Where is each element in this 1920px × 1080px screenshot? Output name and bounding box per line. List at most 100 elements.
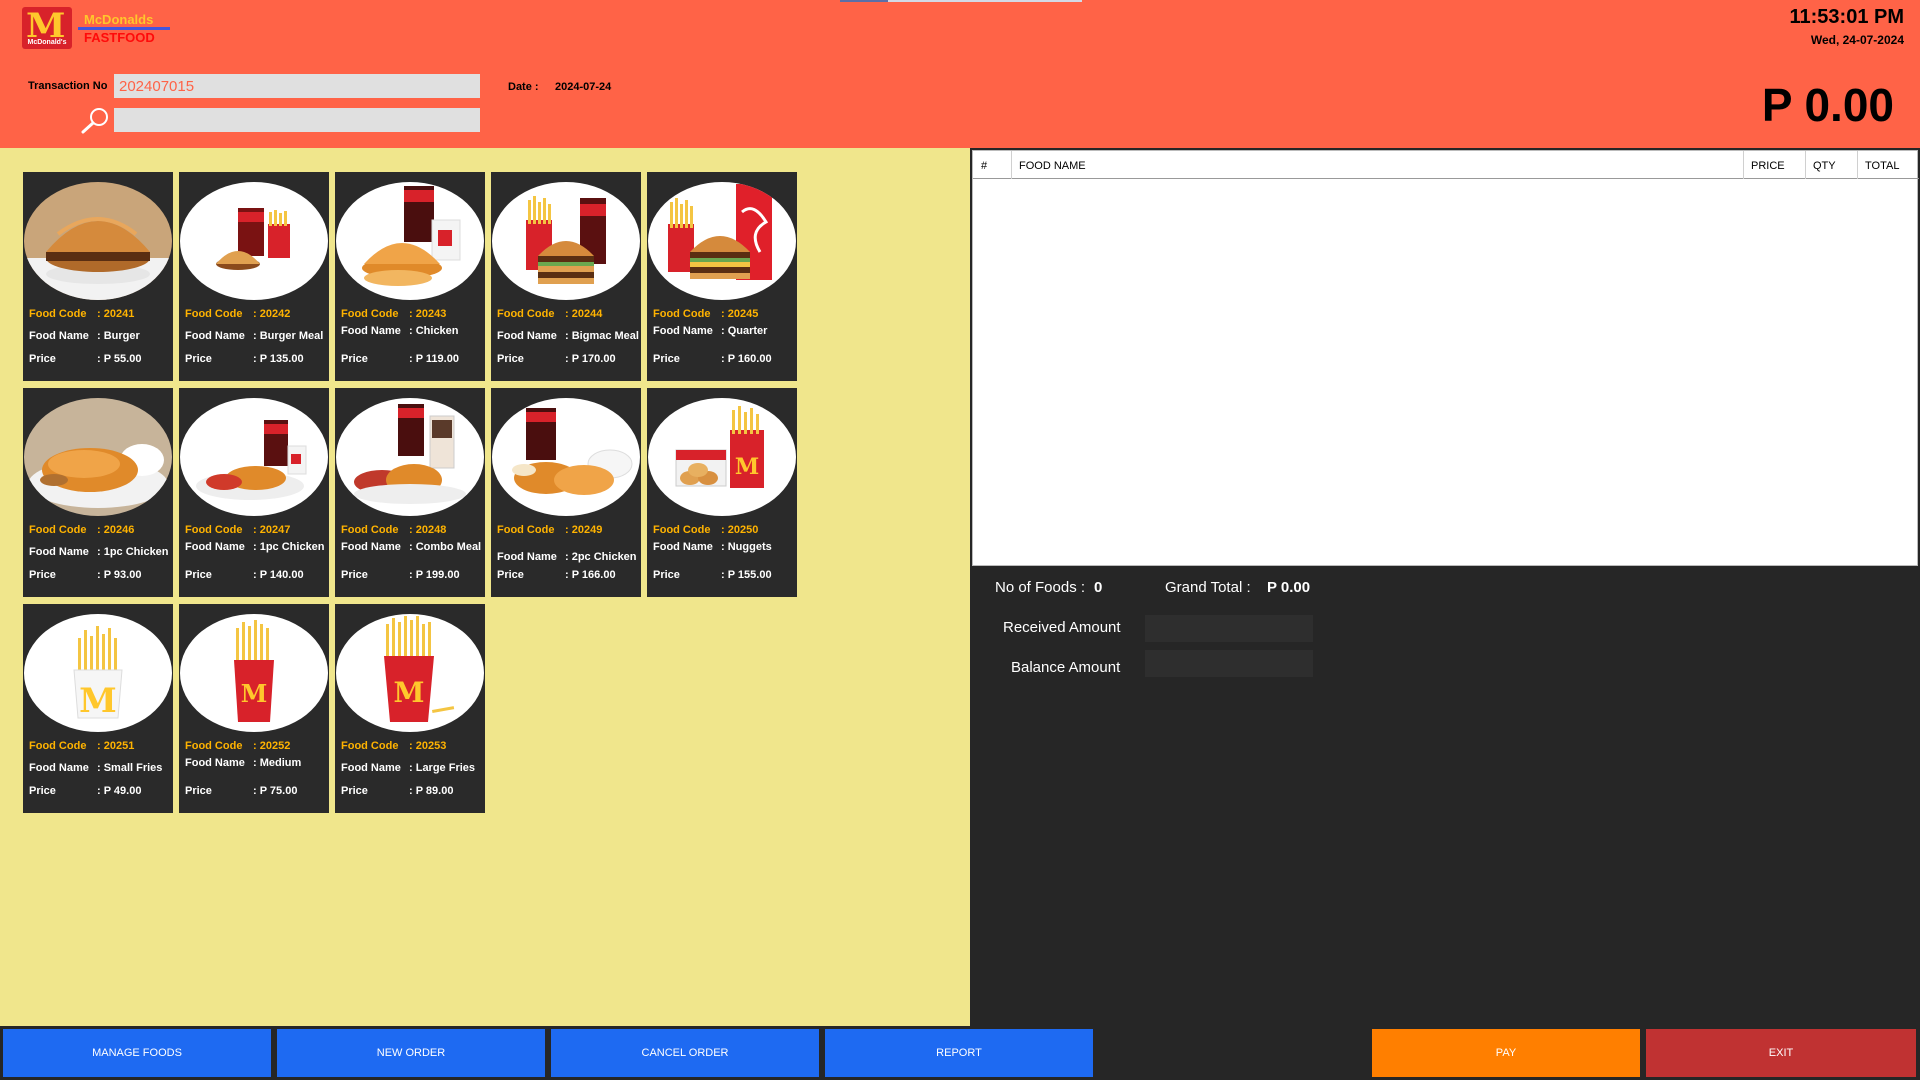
food-price: Price: P 170.00 <box>497 353 616 365</box>
food-card-1pc-chicken-meal[interactable]: Food Code: 20247 Food Name: 1pc Chicken … <box>179 388 329 597</box>
brand-name: McDonalds <box>84 12 154 27</box>
column-divider <box>1011 151 1012 179</box>
food-price: Price: P 160.00 <box>653 353 772 365</box>
received-amount-label: Received Amount <box>1003 619 1121 636</box>
exit-button[interactable]: EXIT <box>1646 1029 1916 1077</box>
food-card-nuggets[interactable]: M Food Code: 20250 Food Name: Nuggets Pr… <box>647 388 797 597</box>
svg-text:M: M <box>394 676 425 709</box>
medium-fries-photo: M <box>180 614 328 732</box>
food-name: Food Name: Large Fries <box>341 762 476 774</box>
1pc-chicken-meal-photo <box>180 398 328 516</box>
clock-date: Wed, 24-07-2024 <box>1810 33 1904 47</box>
order-total-display: P 0.00 <box>1761 79 1894 131</box>
new-order-button[interactable]: NEW ORDER <box>277 1029 545 1077</box>
column-divider <box>1743 151 1744 179</box>
search-icon[interactable] <box>80 106 112 134</box>
food-price: Price: P 155.00 <box>653 569 772 581</box>
small-fries-photo: M <box>24 614 172 732</box>
column-header-qty: QTY <box>1813 160 1836 172</box>
food-card-burger-meal[interactable]: Food Code: 20242 Food Name: Burger Meal … <box>179 172 329 381</box>
no-of-foods-label: No of Foods : <box>995 579 1086 596</box>
food-code: Food Code: 20244 <box>497 308 603 320</box>
food-code: Food Code: 20248 <box>341 524 447 536</box>
svg-text:M: M <box>79 681 117 721</box>
column-header-total: TOTAL <box>1865 160 1900 172</box>
manage-foods-button[interactable]: MANAGE FOODS <box>3 1029 271 1077</box>
column-header-food-name: FOOD NAME <box>1019 160 1086 172</box>
food-price: Price: P 75.00 <box>185 785 298 797</box>
food-price: Price: P 119.00 <box>341 353 459 365</box>
food-name: Food Name: Chicken <box>341 325 459 337</box>
search-input[interactable] <box>114 108 480 132</box>
food-card-medium-fries[interactable]: M Food Code: 20252 Food Name: Medium Pri… <box>179 604 329 813</box>
food-code: Food Code: 20242 <box>185 308 291 320</box>
balance-amount-field[interactable] <box>1145 650 1313 677</box>
balance-amount-label: Balance Amount <box>1011 659 1121 676</box>
clock-time: 11:53:01 PM <box>1789 6 1904 28</box>
food-code: Food Code: 20249 <box>497 524 603 536</box>
food-price: Price: P 140.00 <box>185 569 304 581</box>
food-card-burger[interactable]: Food Code: 20241 Food Name: Burger Price… <box>23 172 173 381</box>
grand-total-value: P 0.00 <box>1267 579 1311 596</box>
food-name: Food Name: Bigmac Meal <box>497 330 639 342</box>
order-table-header: # FOOD NAME PRICE QTY TOTAL <box>973 151 1919 179</box>
food-name: Food Name: Nuggets <box>653 541 772 553</box>
no-of-foods-value: 0 <box>1094 579 1103 596</box>
burger-meal-photo <box>180 182 328 300</box>
burger-photo <box>24 182 172 300</box>
food-name: Food Name: Small Fries <box>29 762 163 774</box>
chicken-photo <box>336 182 484 300</box>
food-menu-panel: Food Code: 20241 Food Name: Burger Price… <box>0 148 970 1026</box>
food-price: Price: P 199.00 <box>341 569 460 581</box>
golden-arches-icon: M <box>26 7 66 46</box>
transaction-label: Transaction No <box>28 80 108 92</box>
food-card-chicken[interactable]: Food Code: 20243 Food Name: Chicken Pric… <box>335 172 485 381</box>
food-card-large-fries[interactable]: M Food Code: 20253 Food Name: Large Frie… <box>335 604 485 813</box>
top-strip-dark <box>840 0 888 2</box>
quarter-meal-photo <box>648 182 796 300</box>
footer-toolbar: MANAGE FOODS NEW ORDER CANCEL ORDER REPO… <box>0 1026 1920 1080</box>
brand-subtitle: FASTFOOD <box>84 30 155 45</box>
food-card-2pc-chicken[interactable]: Food Code: 20249 Food Name: 2pc Chicken … <box>491 388 641 597</box>
food-card-1pc-chicken[interactable]: Food Code: 20246 Food Name: 1pc Chicken … <box>23 388 173 597</box>
nuggets-photo: M <box>648 398 796 516</box>
food-card-small-fries[interactable]: M Food Code: 20251 Food Name: Small Frie… <box>23 604 173 813</box>
food-name: Food Name: Combo Meal <box>341 541 482 553</box>
food-price: Price: P 55.00 <box>29 353 142 365</box>
food-code: Food Code: 20243 <box>341 308 447 320</box>
food-name: Food Name: Burger <box>29 330 140 342</box>
column-header-price: PRICE <box>1751 160 1785 172</box>
food-code: Food Code: 20253 <box>341 740 447 752</box>
column-header-number: # <box>981 160 988 172</box>
food-price: Price: P 93.00 <box>29 569 142 581</box>
mcdonalds-logo: M McDonald's <box>22 7 72 49</box>
food-code: Food Code: 20245 <box>653 308 759 320</box>
received-amount-field[interactable] <box>1145 615 1313 642</box>
food-name: Food Name: 2pc Chicken <box>497 551 637 563</box>
pay-button[interactable]: PAY <box>1372 1029 1640 1077</box>
report-button[interactable]: REPORT <box>825 1029 1093 1077</box>
1pc-chicken-photo <box>24 398 172 516</box>
food-name: Food Name: 1pc Chicken <box>185 541 325 553</box>
column-divider <box>1857 151 1858 179</box>
food-card-bigmac-meal[interactable]: Food Code: 20244 Food Name: Bigmac Meal … <box>491 172 641 381</box>
food-code: Food Code: 20247 <box>185 524 291 536</box>
date-value: 2024-07-24 <box>555 81 612 93</box>
logo-text: McDonald's <box>27 39 67 46</box>
food-price: Price: P 49.00 <box>29 785 142 797</box>
combo-meal-photo <box>336 398 484 516</box>
food-card-quarter[interactable]: Food Code: 20245 Food Name: Quarter Pric… <box>647 172 797 381</box>
food-card-combo-meal[interactable]: Food Code: 20248 Food Name: Combo Meal P… <box>335 388 485 597</box>
order-panel: # FOOD NAME PRICE QTY TOTAL No of Foods … <box>970 148 1920 1026</box>
food-code: Food Code: 20252 <box>185 740 291 752</box>
cancel-order-button[interactable]: CANCEL ORDER <box>551 1029 819 1077</box>
large-fries-photo: M <box>336 614 484 732</box>
top-strip-light <box>888 0 1082 2</box>
grand-total-label: Grand Total : <box>1165 579 1251 596</box>
food-name: Food Name: 1pc Chicken <box>29 546 169 558</box>
food-code: Food Code: 20251 <box>29 740 135 752</box>
food-name: Food Name: Burger Meal <box>185 330 324 342</box>
transaction-number-field[interactable] <box>114 74 480 98</box>
order-table[interactable]: # FOOD NAME PRICE QTY TOTAL <box>972 150 1919 566</box>
2pc-chicken-photo <box>492 398 640 516</box>
